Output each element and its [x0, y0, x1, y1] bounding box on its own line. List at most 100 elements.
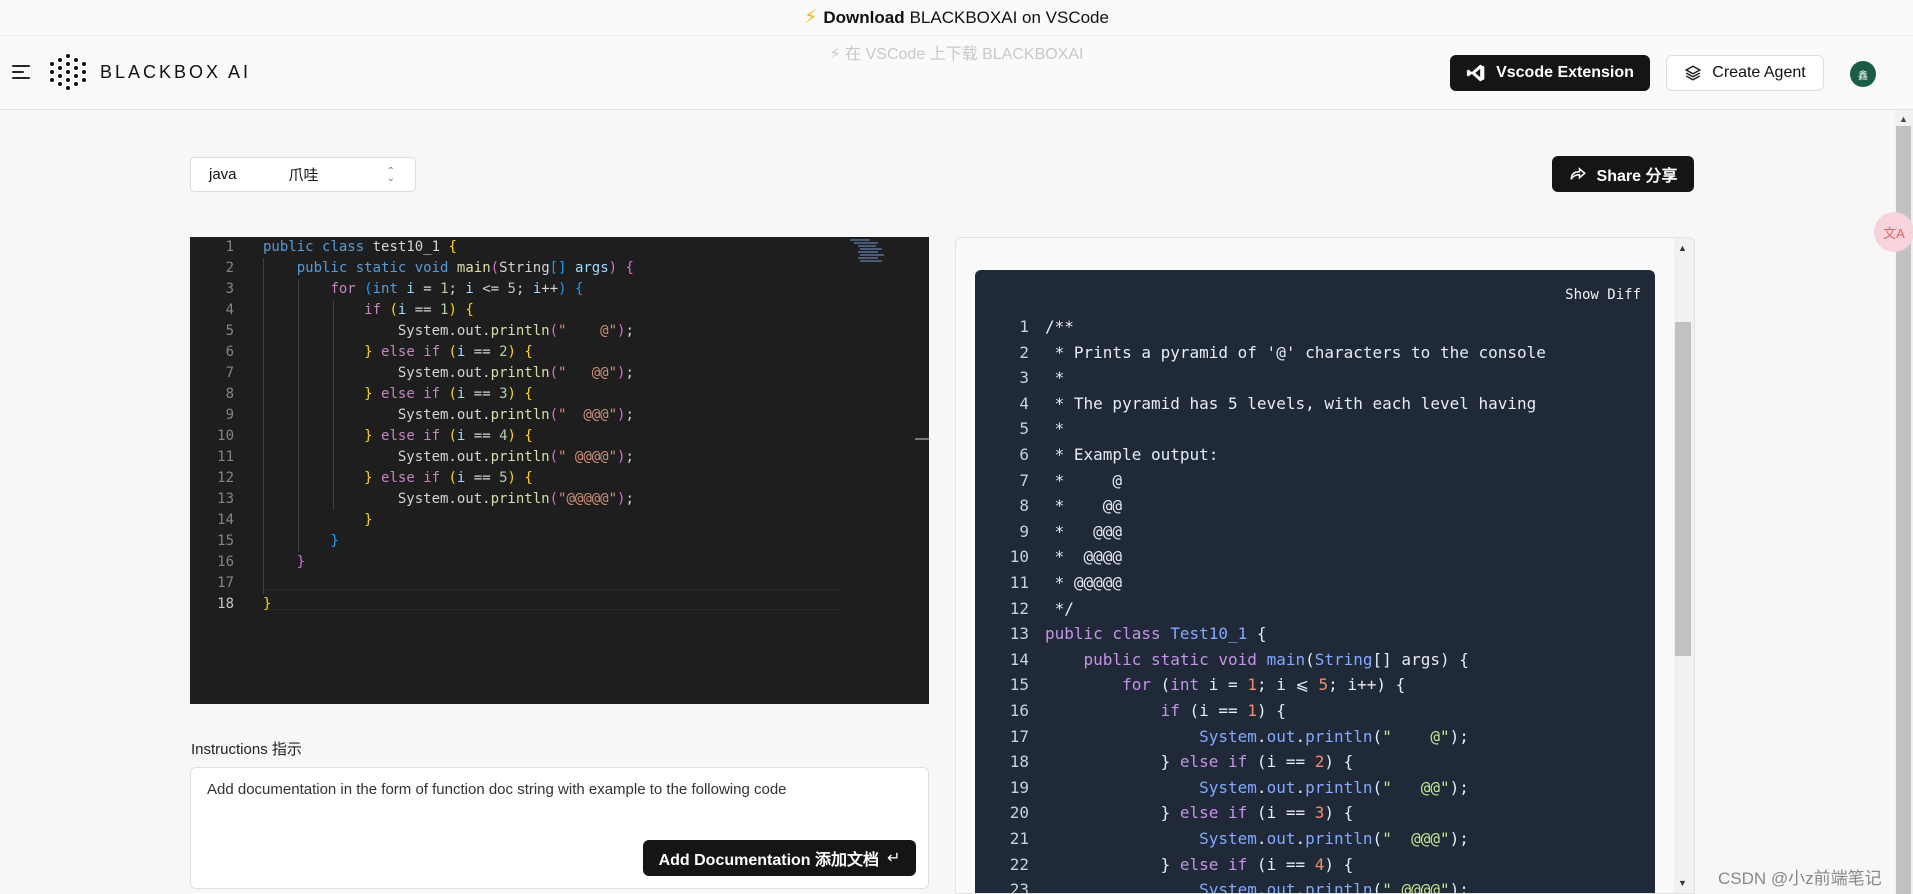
- line-number: 18: [217, 596, 234, 612]
- share-button[interactable]: Share 分享: [1552, 156, 1694, 192]
- line-number: 2: [225, 260, 234, 276]
- line-number: 9: [225, 407, 234, 423]
- current-line-highlight: [263, 589, 843, 610]
- line-number: 17: [217, 575, 234, 591]
- layers-icon: [1685, 65, 1702, 81]
- documented-code-block[interactable]: Show Diff 1 /** 2 * Prints a pyramid of '…: [975, 270, 1655, 894]
- line-number: 16: [1009, 701, 1029, 720]
- line-number: 4: [225, 302, 234, 318]
- code-line: if (i == 1) {: [1160, 701, 1286, 720]
- code-line: }: [263, 596, 272, 612]
- code-line: /**: [1045, 317, 1074, 336]
- create-agent-button[interactable]: Create Agent: [1666, 55, 1824, 91]
- create-agent-label: Create Agent: [1712, 64, 1806, 81]
- instructions-label: Instructions 指示: [191, 741, 302, 758]
- line-number: 1: [1019, 317, 1029, 336]
- line-number: 8: [225, 386, 234, 402]
- code-line: } else if (i == 3) {: [1045, 803, 1354, 823]
- code-line: public static void main(String[] args) {: [1083, 649, 1469, 669]
- code-line: System.out.println(" @@@");: [263, 407, 634, 423]
- line-number: 1: [225, 239, 234, 255]
- code-line: * Example output:: [1045, 445, 1219, 464]
- line-number: 21: [1009, 829, 1029, 848]
- line-number: 11: [1009, 573, 1029, 592]
- code-line: System.out.println("@@@@@");: [263, 491, 634, 507]
- vscode-extension-button[interactable]: Vscode Extension: [1450, 55, 1650, 91]
- editor-minimap[interactable]: [850, 237, 890, 267]
- line-number: 19: [1009, 777, 1029, 797]
- language-value-cn: 爪哇: [288, 167, 319, 184]
- code-line: * @: [1045, 470, 1123, 490]
- code-line: * @@@: [1045, 521, 1123, 541]
- line-number: 8: [1019, 496, 1029, 516]
- code-line: System.out.println(" @");: [263, 323, 634, 339]
- banner-text: BLACKBOXAI on VSCode: [909, 7, 1109, 27]
- code-line: } else if (i == 3) {: [364, 386, 533, 402]
- line-number: 5: [225, 323, 234, 339]
- line-number: 4: [1019, 393, 1029, 413]
- code-line: */: [1045, 598, 1074, 618]
- code-line: System.out.println(" @@");: [1199, 777, 1469, 797]
- share-arrow-icon: [1570, 167, 1586, 180]
- line-number: 7: [225, 365, 234, 381]
- line-number: 15: [217, 533, 234, 549]
- code-line: } else if (i == 2) {: [364, 344, 533, 360]
- code-line: * @@@@: [1045, 547, 1123, 567]
- editor-scroll-marker: [915, 438, 929, 440]
- show-diff-button[interactable]: Show Diff: [1565, 287, 1641, 303]
- line-number: 15: [1009, 675, 1029, 695]
- code-line: } else if (i == 4) {: [1045, 854, 1354, 874]
- code-line: System.out.println(" @@@");: [1199, 829, 1469, 848]
- top-header: BLACKBOX AI ⚡ 在 VSCode 上下载 BLACKBOXAI Vs…: [0, 36, 1913, 110]
- page-scroll-up-icon[interactable]: ▲: [1899, 114, 1908, 124]
- line-number: 20: [1009, 803, 1029, 823]
- result-panel[interactable]: Show Diff 1 /** 2 * Prints a pyramid of '…: [955, 237, 1695, 894]
- code-line: }: [296, 554, 306, 570]
- vscode-extension-label: Vscode Extension: [1496, 64, 1634, 81]
- code-line: public class test10_1 {: [263, 239, 457, 255]
- result-scrollbar-thumb[interactable]: [1675, 322, 1691, 656]
- code-line: * The pyramid has 5 levels, with each le…: [1045, 393, 1537, 413]
- language-select[interactable]: java 爪哇 ⌃ ⌄: [190, 157, 416, 192]
- scroll-up-arrow-icon[interactable]: ▲: [1678, 243, 1687, 253]
- code-editor[interactable]: 1 public class test10_1 { 2 public static…: [190, 237, 929, 704]
- code-line: }: [364, 512, 373, 528]
- banner-download-label: Download: [823, 7, 905, 27]
- chevron-updown-icon: ⌃ ⌄: [386, 166, 395, 184]
- code-line: System.out.println(" @@");: [263, 365, 634, 381]
- code-line: } else if (i == 4) {: [364, 428, 533, 444]
- code-line: *: [1045, 368, 1065, 388]
- translate-widget-icon[interactable]: 文A: [1874, 212, 1913, 252]
- line-number: 5: [1019, 419, 1029, 439]
- line-number: 10: [217, 428, 234, 444]
- instructions-textarea[interactable]: Add documentation in the form of functio…: [190, 767, 929, 889]
- code-line: for (int i = 1; i ⩽ 5; i++) {: [1122, 675, 1406, 695]
- code-line: public class Test10_1 {: [1045, 624, 1267, 644]
- line-number: 18: [1009, 752, 1029, 772]
- code-line: * Prints a pyramid of '@' characters to …: [1045, 342, 1546, 362]
- code-line: * @@: [1045, 496, 1123, 516]
- code-line: public static void main(String[] args) {: [296, 260, 634, 276]
- announcement-banner[interactable]: ⚡ Download BLACKBOXAI on VSCode: [0, 0, 1913, 36]
- scroll-down-arrow-icon[interactable]: ▼: [1678, 878, 1687, 888]
- line-number: 23: [1009, 880, 1029, 894]
- code-line: * @@@@@: [1045, 573, 1123, 592]
- code-line: } else if (i == 5) {: [364, 470, 533, 486]
- code-line: System.out.println(" @@@@");: [263, 449, 634, 465]
- hamburger-menu-icon[interactable]: [12, 63, 32, 81]
- share-label: Share 分享: [1596, 168, 1678, 185]
- add-documentation-label: Add Documentation 添加文档: [658, 852, 880, 869]
- line-number: 6: [1019, 445, 1029, 464]
- enter-icon: ↵: [887, 850, 901, 867]
- line-number: 3: [1019, 368, 1029, 388]
- add-documentation-button[interactable]: Add Documentation 添加文档 ↵: [643, 840, 916, 876]
- instructions-text: Add documentation in the form of functio…: [207, 781, 787, 798]
- lightning-icon: ⚡: [804, 7, 818, 28]
- line-number: 7: [1019, 470, 1029, 490]
- code-line: if (i == 1) {: [364, 302, 474, 318]
- user-avatar[interactable]: 鑫: [1850, 61, 1876, 87]
- line-number: 9: [1019, 521, 1029, 541]
- code-line: for (int i = 1; i <= 5; i++) {: [330, 281, 584, 297]
- line-number: 13: [217, 491, 234, 507]
- line-number: 13: [1009, 624, 1029, 644]
